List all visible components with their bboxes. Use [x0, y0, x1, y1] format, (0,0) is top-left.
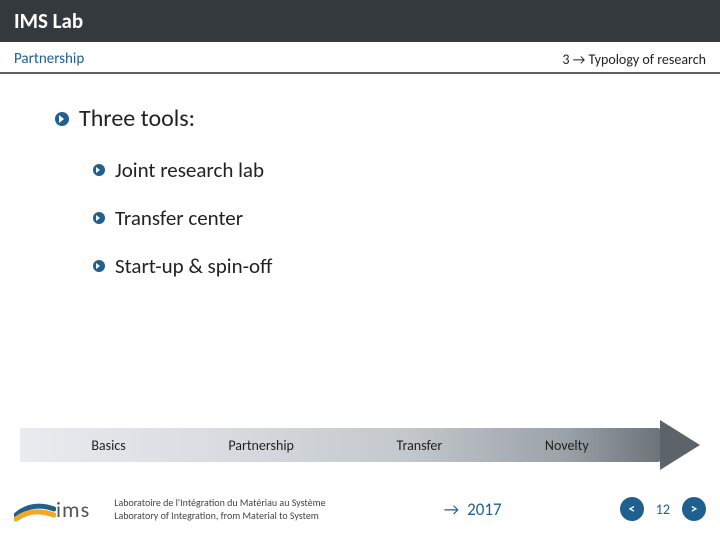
- page-number: 12: [656, 501, 670, 518]
- list-item-text: Joint research lab: [115, 157, 264, 183]
- arrow-head-icon: [660, 420, 700, 470]
- chevron-bullet-icon: [93, 164, 105, 176]
- footer-center: → 2017: [326, 499, 620, 520]
- nav-controls: < 12 >: [620, 497, 706, 521]
- footer-line1: Laboratoire de l'Intégration du Matériau…: [114, 496, 325, 509]
- slide-title: IMS Lab: [14, 8, 83, 34]
- logo-text: ims: [56, 496, 90, 523]
- footer-text-block: Laboratoire de l'Intégration du Matériau…: [114, 496, 325, 522]
- chevron-bullet-icon: [55, 112, 69, 126]
- list-item-text: Transfer center: [115, 205, 243, 231]
- slide-footer: ims Laboratoire de l'Intégration du Maté…: [0, 478, 720, 540]
- list-item: Start-up & spin-off: [93, 253, 680, 279]
- bullet-main-text: Three tools:: [79, 104, 195, 133]
- process-arrow: Basics Partnership Transfer Novelty: [20, 428, 700, 462]
- arrow-right-icon: →: [444, 499, 459, 520]
- logo-swoosh-icon: [14, 495, 56, 523]
- list-item: Transfer center: [93, 205, 680, 231]
- sub-list: Joint research lab Transfer center Start…: [93, 157, 680, 279]
- content-area: Three tools: Joint research lab Transfer…: [0, 74, 720, 279]
- list-item-text: Start-up & spin-off: [115, 253, 272, 279]
- chevron-bullet-icon: [93, 260, 105, 272]
- next-button[interactable]: >: [682, 497, 706, 521]
- chevron-bullet-icon: [93, 212, 105, 224]
- arrow-step: Novelty: [545, 437, 589, 454]
- list-item: Joint research lab: [93, 157, 680, 183]
- subheader: Partnership 3 → Typology of research: [0, 42, 720, 74]
- breadcrumb: 3 → Typology of research: [562, 51, 706, 68]
- section-label: Partnership: [14, 50, 84, 68]
- arrow-labels: Basics Partnership Transfer Novelty: [20, 428, 660, 462]
- prev-button[interactable]: <: [620, 497, 644, 521]
- logo: ims: [14, 495, 90, 523]
- slide-header: IMS Lab: [0, 0, 720, 42]
- year-label: 2017: [467, 499, 501, 520]
- arrow-step: Basics: [91, 437, 125, 454]
- bullet-main: Three tools:: [55, 104, 680, 133]
- arrow-step: Partnership: [228, 437, 294, 454]
- arrow-step: Transfer: [397, 437, 443, 454]
- footer-line2: Laboratory of Integration, from Material…: [114, 509, 325, 522]
